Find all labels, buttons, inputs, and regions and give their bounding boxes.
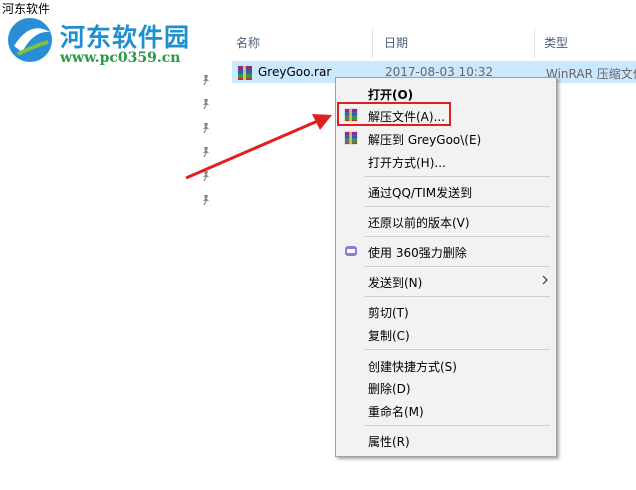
menu-item-label: 通过QQ/TIM发送到 — [368, 186, 473, 200]
menu-item-label: 使用 360强力删除 — [368, 246, 467, 260]
menu-item-restore[interactable]: 还原以前的版本(V) — [336, 210, 556, 232]
360-icon — [345, 246, 357, 256]
winrar-icon — [344, 131, 358, 145]
menu-item-send-to[interactable]: 发送到(N) — [336, 270, 556, 292]
menu-item-label: 创建快捷方式(S) — [368, 360, 457, 374]
menu-item-label: 复制(C) — [368, 329, 410, 343]
menu-item-label: 剪切(T) — [368, 306, 409, 320]
column-header-type[interactable]: 类型 — [544, 34, 568, 51]
chevron-right-icon — [542, 275, 548, 285]
menu-item-label: 属性(R) — [368, 435, 410, 449]
menu-item-label: 删除(D) — [368, 382, 411, 396]
menu-separator — [364, 296, 550, 297]
menu-item-create-shortcut[interactable]: 创建快捷方式(S) — [336, 354, 556, 376]
menu-item-label: 重命名(M) — [368, 405, 424, 419]
menu-item-cut[interactable]: 剪切(T) — [336, 300, 556, 322]
menu-item-open-with[interactable]: 打开方式(H)... — [336, 150, 556, 172]
menu-item-label: 还原以前的版本(V) — [368, 216, 470, 230]
menu-item-rename[interactable]: 重命名(M) — [336, 399, 556, 421]
pin-icon[interactable] — [200, 74, 212, 86]
menu-separator — [364, 236, 550, 237]
menu-separator — [364, 176, 550, 177]
annotation-arrow — [185, 114, 332, 180]
column-divider[interactable] — [534, 28, 535, 58]
winrar-icon — [238, 66, 252, 80]
menu-item-copy[interactable]: 复制(C) — [336, 323, 556, 345]
menu-separator — [364, 425, 550, 426]
menu-item-delete-360[interactable]: 使用 360强力删除 — [336, 240, 556, 262]
menu-item-label: 发送到(N) — [368, 276, 423, 290]
menu-item-open[interactable]: 打开(O) — [336, 82, 556, 104]
menu-item-delete[interactable]: 删除(D) — [336, 376, 556, 398]
pin-icon[interactable] — [200, 98, 212, 110]
menu-item-label: 打开(O) — [368, 88, 414, 102]
pin-icon[interactable] — [200, 194, 212, 206]
menu-item-extract-to[interactable]: 解压到 GreyGoo\(E) — [336, 127, 556, 149]
menu-item-properties[interactable]: 属性(R) — [336, 429, 556, 451]
column-divider[interactable] — [372, 28, 373, 58]
column-header-name[interactable]: 名称 — [236, 34, 260, 51]
file-type: WinRAR 压缩文件 — [546, 67, 636, 81]
menu-separator — [364, 266, 550, 267]
menu-separator — [364, 349, 550, 350]
navigation-pane — [0, 18, 220, 490]
file-name[interactable]: GreyGoo.rar — [258, 65, 331, 79]
annotation-highlight-box — [337, 102, 451, 126]
menu-separator — [364, 206, 550, 207]
menu-item-label: 打开方式(H)... — [368, 156, 446, 170]
menu-item-label: 解压到 GreyGoo\(E) — [368, 133, 482, 147]
column-header-date[interactable]: 日期 — [384, 34, 408, 51]
context-menu: 打开(O) 解压文件(A)... 解压到 GreyGoo\(E) 打开方式(H)… — [335, 77, 557, 457]
menu-item-send-qq[interactable]: 通过QQ/TIM发送到 — [336, 180, 556, 202]
